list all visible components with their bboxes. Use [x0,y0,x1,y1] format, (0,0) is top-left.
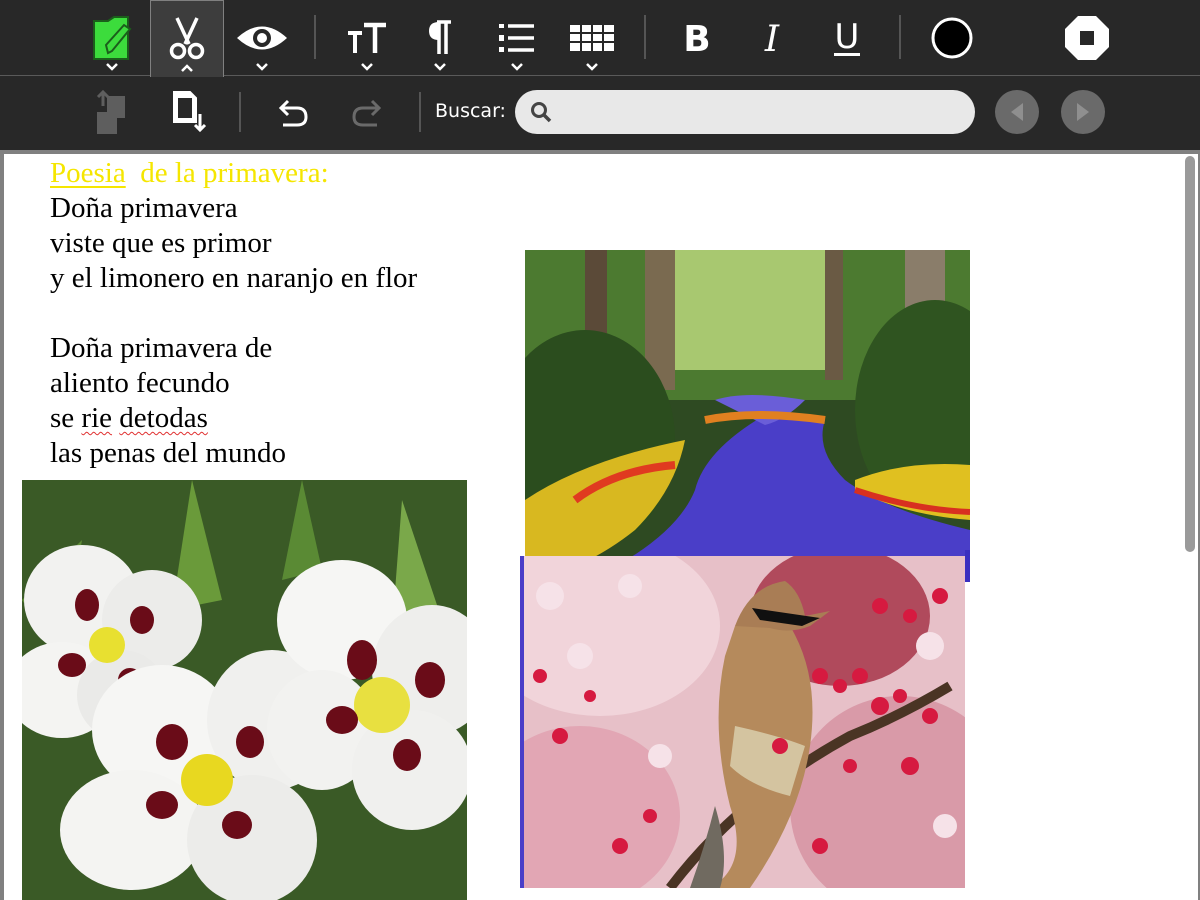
underline-button[interactable]: U [810,0,884,76]
undo-icon [278,99,308,127]
vertical-scrollbar[interactable] [1182,154,1198,900]
scrollbar-thumb[interactable] [1185,156,1195,552]
undo-button[interactable] [262,76,322,150]
text-color-button[interactable] [915,0,989,76]
chevron-down-icon [361,63,373,71]
underline-icon: U [834,18,860,57]
eye-icon [237,26,287,50]
document-frame: Poesia de la primavera: Doña primavera v… [0,150,1200,900]
color-circle-icon [931,17,973,59]
toolbar-divider [644,15,646,59]
chevron-down-icon [106,63,118,71]
chevron-down-icon [434,63,446,71]
main-toolbar: B I U [0,0,1200,77]
toolbar-divider [239,92,241,132]
garden-path-image[interactable] [525,250,970,582]
search-icon [531,102,552,123]
document-canvas[interactable]: Poesia de la primavera: Doña primavera v… [4,154,1182,900]
search-field[interactable] [515,90,975,134]
chevron-down-icon [511,63,523,71]
poem-line: viste que es primor [50,227,272,259]
stop-icon [1065,16,1109,60]
search-input[interactable] [565,96,960,128]
search-label: Buscar: [435,100,506,122]
chevron-down-icon [256,63,268,71]
bold-icon: B [683,21,710,55]
toolbar-divider [419,92,421,132]
pilcrow-icon [429,20,451,54]
redo-button[interactable] [338,76,398,150]
bird-blossoms-picture [520,556,965,888]
text-run: se [50,402,82,434]
poem-line: y el limonero en naranjo en flor [50,262,418,294]
paragraph-button[interactable] [403,0,477,76]
chevron-down-icon [586,63,598,71]
paste-button[interactable] [158,76,218,150]
poem-line: se rie detodas [50,401,208,436]
view-button[interactable] [225,0,299,76]
next-arrow-icon [1077,103,1089,121]
text-size-icon [348,22,386,53]
title-rest: de la primavera: [140,157,329,189]
document-edit-icon [93,16,132,60]
table-icon [570,25,614,51]
text-format-button[interactable] [330,0,404,76]
white-flowers-image[interactable] [22,480,467,900]
misspelled-word: rie [81,402,113,434]
previous-arrow-icon [1011,103,1023,121]
copy-icon [96,90,125,134]
title-word-misspelled: Poesia [50,157,126,189]
toolbar-divider [314,15,316,59]
poem-line: aliento fecundo [50,367,230,399]
misspelled-word: detodas [119,402,208,434]
search-next-button[interactable] [1061,90,1105,134]
svg-text:I: I [764,21,780,55]
list-button[interactable] [480,0,554,76]
toolbar-divider [899,15,901,59]
numbered-list-icon [499,24,534,52]
table-button[interactable] [555,0,629,76]
search-previous-button[interactable] [995,90,1039,134]
poem-line: Doña primavera de [50,332,273,364]
stop-button[interactable] [1050,0,1124,76]
bird-blossoms-image[interactable] [520,556,965,888]
italic-icon: I [764,21,780,55]
bold-button[interactable]: B [660,0,734,76]
activity-button[interactable] [75,0,149,76]
svg-text:B: B [683,21,710,55]
poem-line: Doña primavera [50,192,238,224]
poem-title: Poesia de la primavera: [50,156,329,191]
white-flowers-picture [22,480,467,900]
paste-icon [173,91,207,133]
italic-button[interactable]: I [735,0,809,76]
svg-text:U: U [835,18,860,57]
scissors-icon [169,17,205,60]
edit-toolbar-button[interactable] [150,0,224,77]
chevron-up-icon [181,64,193,72]
poem-line: las penas del mundo [50,437,286,469]
garden-path-picture [525,250,970,582]
redo-icon [352,99,382,127]
copy-button[interactable] [83,76,143,150]
